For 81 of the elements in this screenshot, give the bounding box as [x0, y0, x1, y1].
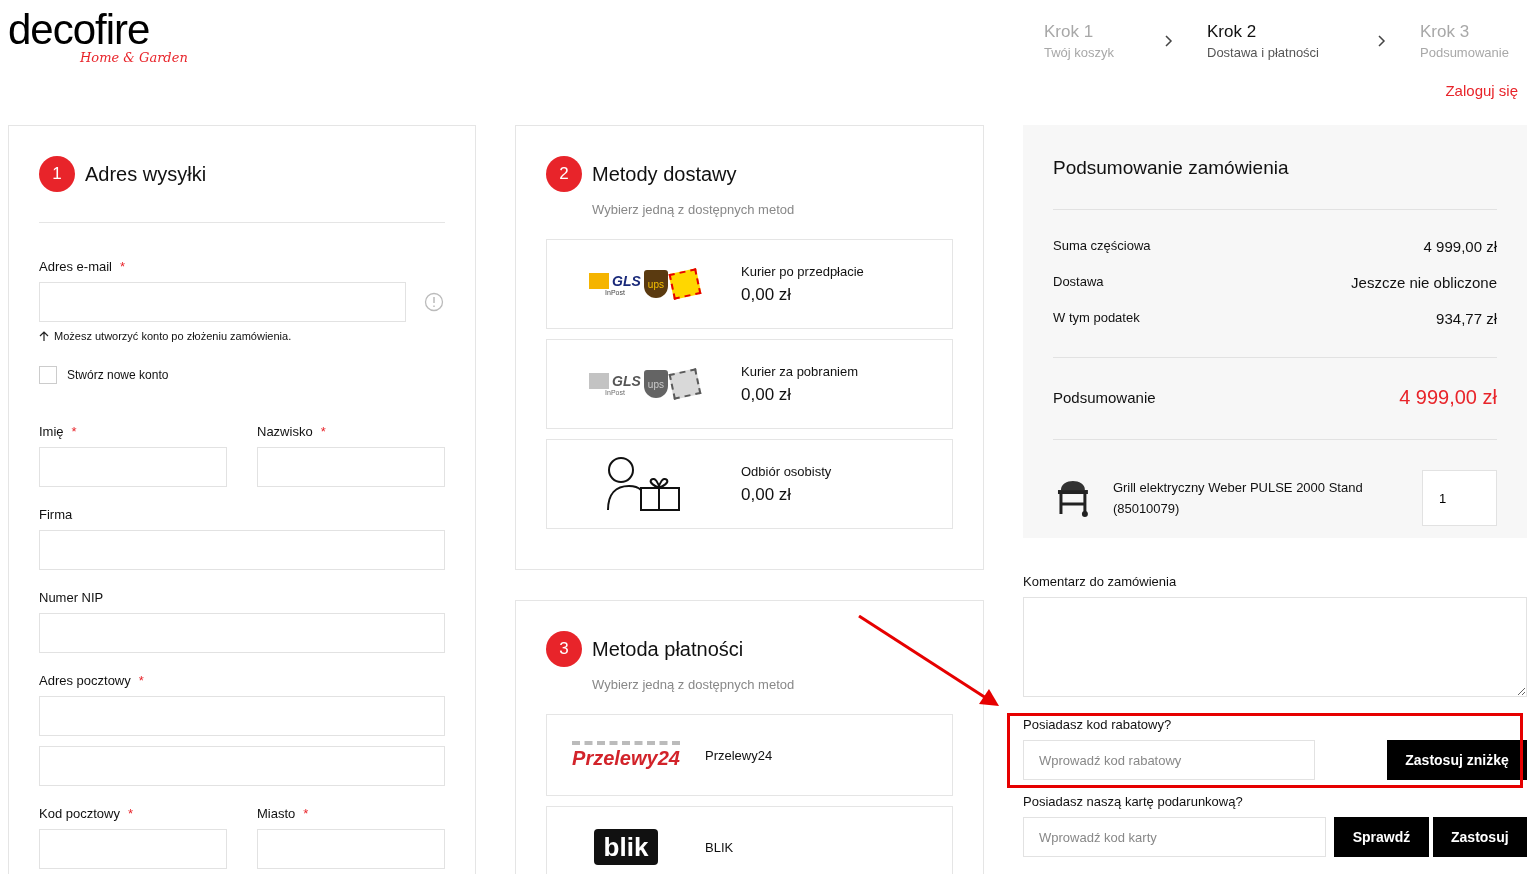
comment-field[interactable]	[1023, 597, 1527, 697]
payment-option[interactable]: Przelewy24 Przelewy24	[546, 714, 953, 796]
option-price: 0,00 zł	[741, 284, 793, 305]
required-mark: *	[127, 806, 133, 821]
hint-text: Możesz utworzyć konto po złożeniu zamówienia.	[54, 330, 292, 342]
checkbox[interactable]	[39, 366, 57, 384]
delivery-option[interactable]: Odbiór osobisty 0,00 zł	[546, 439, 953, 529]
option-name: Odbiór osobisty	[741, 463, 832, 479]
product-name: Grill elektryczny Weber PULSE 2000 Stand (85010079)	[1112, 479, 1364, 518]
required-mark: *	[303, 806, 309, 821]
required-mark: *	[138, 673, 144, 688]
option-name: Kurier za pobraniem	[741, 363, 859, 379]
field-label: Adres e-mail	[39, 259, 112, 274]
discount-code-field[interactable]: Wprowadź kod rabatowy	[1023, 740, 1315, 780]
field-label: Firma	[39, 507, 73, 522]
required-mark: *	[320, 424, 326, 439]
required-mark: *	[119, 259, 126, 274]
summary-label: W tym podatek	[1053, 310, 1140, 327]
summary-title: Podsumowanie zamówienia	[1053, 156, 1290, 179]
field-label: Numer NIP	[39, 590, 104, 605]
gift-card-button[interactable]: Sprawdź	[1334, 817, 1429, 857]
step-title: Krok 3	[1420, 22, 1471, 42]
summary-value: 934,77 zł	[1436, 310, 1497, 327]
input-field[interactable]	[39, 530, 445, 570]
option-price: 0,00 zł	[741, 484, 793, 505]
option-price: 0,00 zł	[741, 384, 793, 405]
field-label: Imię	[39, 424, 64, 439]
section-title: Metoda płatności	[592, 637, 744, 661]
brand-logo[interactable]: decofire	[8, 8, 188, 52]
summary-label: Suma częściowa	[1053, 238, 1151, 255]
step-title: Krok 2	[1207, 22, 1258, 42]
info-icon[interactable]	[424, 292, 444, 312]
field-label: Miasto	[257, 806, 296, 821]
input-field[interactable]	[39, 829, 227, 869]
step-subtitle: Dostawa i płatności	[1207, 45, 1320, 60]
przelewy24-logo: Przelewy24	[572, 740, 680, 770]
payment-option[interactable]: blik BLIK	[546, 806, 953, 874]
required-mark: *	[71, 424, 77, 439]
step-number: 3	[546, 631, 582, 667]
step-number: 1	[39, 156, 75, 192]
section-subtitle: Wybierz jedną z dostępnych metod	[592, 677, 796, 692]
option-name: Kurier po przedpłacie	[741, 263, 864, 279]
input-field[interactable]	[39, 746, 445, 786]
quantity-field[interactable]: 1	[1422, 470, 1497, 526]
chevron-icon	[1165, 35, 1173, 47]
option-name: Przelewy24	[705, 747, 773, 763]
input-field[interactable]	[39, 447, 227, 487]
input-field[interactable]	[39, 613, 445, 653]
section-title: Adres wysyłki	[85, 162, 207, 186]
gift-card-button[interactable]: Zastosuj	[1432, 817, 1527, 857]
step-subtitle: Podsumowanie	[1420, 45, 1510, 60]
summary-label: Dostawa	[1053, 274, 1104, 291]
field-label: Komentarz do zamówienia	[1023, 574, 1178, 589]
logo-tagline: Home & Garden	[80, 50, 188, 65]
chevron-icon	[1378, 35, 1386, 47]
gift-card-field[interactable]: Wprowadź kod karty	[1023, 817, 1327, 857]
step-subtitle: Twój koszyk	[1044, 45, 1116, 60]
summary-value: Jeszcze nie obliczone	[1351, 274, 1497, 291]
field-label: Adres pocztowy	[39, 673, 131, 688]
email-field[interactable]	[39, 282, 406, 322]
total-label: Podsumowanie	[1053, 389, 1156, 406]
step-title: Krok 1	[1044, 22, 1095, 42]
field-label: Posiadasz kod rabatowy?	[1023, 717, 1173, 732]
section-title: Metody dostawy	[592, 162, 737, 186]
option-name: BLIK	[705, 839, 734, 855]
apply-discount-button[interactable]: Zastosuj zniżkę	[1387, 740, 1527, 780]
blik-logo: blik	[593, 829, 659, 865]
input-field[interactable]	[257, 829, 445, 869]
section-subtitle: Wybierz jedną z dostępnych metod	[592, 202, 796, 217]
checkbox-label: Stwórz nowe konto	[67, 368, 169, 382]
login-link[interactable]: Zaloguj się	[1445, 82, 1518, 99]
total-value: 4 999,00 zł	[1399, 386, 1497, 409]
summary-value: 4 999,00 zł	[1423, 238, 1497, 255]
step-number: 2	[546, 156, 582, 192]
field-label: Nazwisko	[257, 424, 313, 439]
arrow-up-icon	[39, 330, 49, 342]
field-label: Posiadasz naszą kartę podarunkową?	[1023, 794, 1244, 809]
input-field[interactable]	[39, 696, 445, 736]
person-gift-icon	[607, 456, 681, 512]
input-field[interactable]	[257, 447, 445, 487]
field-label: Kod pocztowy	[39, 806, 120, 821]
